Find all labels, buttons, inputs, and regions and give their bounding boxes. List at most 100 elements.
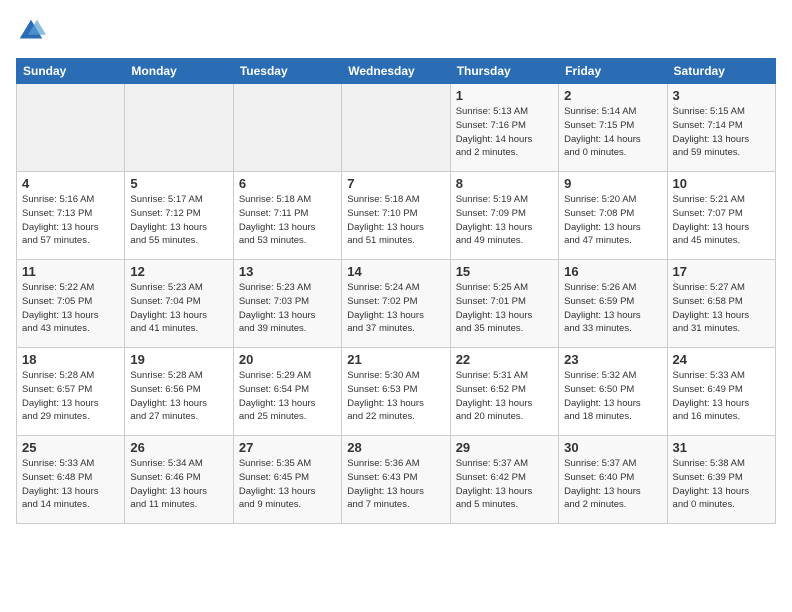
calendar-cell: 18 Sunrise: 5:28 AM Sunset: 6:57 PM Dayli… bbox=[17, 348, 125, 436]
day-number: 29 bbox=[456, 440, 553, 455]
calendar-cell: 6Sunrise: 5:18 AM Sunset: 7:11 PM Daylig… bbox=[233, 172, 341, 260]
weekday-header-wednesday: Wednesday bbox=[342, 59, 450, 84]
calendar-cell: 7 Sunrise: 5:18 AM Sunset: 7:10 PM Daylig… bbox=[342, 172, 450, 260]
day-info: Sunrise: 5:26 AM Sunset: 6:59 PM Dayligh… bbox=[564, 281, 661, 336]
weekday-header-tuesday: Tuesday bbox=[233, 59, 341, 84]
day-number: 3 bbox=[673, 88, 770, 103]
day-info: Sunrise: 5:23 AM Sunset: 7:03 PM Dayligh… bbox=[239, 281, 336, 336]
logo bbox=[16, 16, 50, 46]
calendar-cell: 15 Sunrise: 5:25 AM Sunset: 7:01 PM Dayli… bbox=[450, 260, 558, 348]
day-number: 9 bbox=[564, 176, 661, 191]
day-info: Sunrise: 5:19 AM Sunset: 7:09 PM Dayligh… bbox=[456, 193, 553, 248]
calendar-week-row: 1 Sunrise: 5:13 AM Sunset: 7:16 PM Daylig… bbox=[17, 84, 776, 172]
day-info: Sunrise: 5:17 AM Sunset: 7:12 PM Dayligh… bbox=[130, 193, 227, 248]
day-info: Sunrise: 5:38 AM Sunset: 6:39 PM Dayligh… bbox=[673, 457, 770, 512]
day-info: Sunrise: 5:18 AM Sunset: 7:10 PM Dayligh… bbox=[347, 193, 444, 248]
day-info: Sunrise: 5:25 AM Sunset: 7:01 PM Dayligh… bbox=[456, 281, 553, 336]
weekday-header-monday: Monday bbox=[125, 59, 233, 84]
day-info: Sunrise: 5:27 AM Sunset: 6:58 PM Dayligh… bbox=[673, 281, 770, 336]
calendar-cell: 10 Sunrise: 5:21 AM Sunset: 7:07 PM Dayli… bbox=[667, 172, 775, 260]
day-info: Sunrise: 5:16 AM Sunset: 7:13 PM Dayligh… bbox=[22, 193, 119, 248]
calendar-cell: 25Sunrise: 5:33 AM Sunset: 6:48 PM Dayli… bbox=[17, 436, 125, 524]
day-number: 13 bbox=[239, 264, 336, 279]
day-number: 1 bbox=[456, 88, 553, 103]
page-header bbox=[16, 16, 776, 46]
day-number: 8 bbox=[456, 176, 553, 191]
calendar-cell: 11 Sunrise: 5:22 AM Sunset: 7:05 PM Dayli… bbox=[17, 260, 125, 348]
calendar-cell: 13 Sunrise: 5:23 AM Sunset: 7:03 PM Dayli… bbox=[233, 260, 341, 348]
calendar-cell: 24Sunrise: 5:33 AM Sunset: 6:49 PM Dayli… bbox=[667, 348, 775, 436]
calendar-cell: 8 Sunrise: 5:19 AM Sunset: 7:09 PM Daylig… bbox=[450, 172, 558, 260]
calendar-cell: 12 Sunrise: 5:23 AM Sunset: 7:04 PM Dayli… bbox=[125, 260, 233, 348]
calendar-cell: 14Sunrise: 5:24 AM Sunset: 7:02 PM Dayli… bbox=[342, 260, 450, 348]
day-number: 11 bbox=[22, 264, 119, 279]
calendar-cell: 20 Sunrise: 5:29 AM Sunset: 6:54 PM Dayli… bbox=[233, 348, 341, 436]
day-number: 17 bbox=[673, 264, 770, 279]
day-info: Sunrise: 5:23 AM Sunset: 7:04 PM Dayligh… bbox=[130, 281, 227, 336]
day-info: Sunrise: 5:36 AM Sunset: 6:43 PM Dayligh… bbox=[347, 457, 444, 512]
day-info: Sunrise: 5:22 AM Sunset: 7:05 PM Dayligh… bbox=[22, 281, 119, 336]
calendar-cell: 5 Sunrise: 5:17 AM Sunset: 7:12 PM Daylig… bbox=[125, 172, 233, 260]
weekday-header-sunday: Sunday bbox=[17, 59, 125, 84]
day-number: 23 bbox=[564, 352, 661, 367]
day-number: 30 bbox=[564, 440, 661, 455]
calendar-cell: 9 Sunrise: 5:20 AM Sunset: 7:08 PM Daylig… bbox=[559, 172, 667, 260]
day-number: 20 bbox=[239, 352, 336, 367]
calendar-week-row: 25Sunrise: 5:33 AM Sunset: 6:48 PM Dayli… bbox=[17, 436, 776, 524]
day-info: Sunrise: 5:20 AM Sunset: 7:08 PM Dayligh… bbox=[564, 193, 661, 248]
calendar-cell: 22Sunrise: 5:31 AM Sunset: 6:52 PM Dayli… bbox=[450, 348, 558, 436]
calendar-cell: 30 Sunrise: 5:37 AM Sunset: 6:40 PM Dayli… bbox=[559, 436, 667, 524]
calendar-week-row: 11 Sunrise: 5:22 AM Sunset: 7:05 PM Dayli… bbox=[17, 260, 776, 348]
day-info: Sunrise: 5:29 AM Sunset: 6:54 PM Dayligh… bbox=[239, 369, 336, 424]
calendar-cell: 1 Sunrise: 5:13 AM Sunset: 7:16 PM Daylig… bbox=[450, 84, 558, 172]
day-number: 31 bbox=[673, 440, 770, 455]
calendar-cell: 29 Sunrise: 5:37 AM Sunset: 6:42 PM Dayli… bbox=[450, 436, 558, 524]
day-number: 7 bbox=[347, 176, 444, 191]
day-number: 28 bbox=[347, 440, 444, 455]
calendar-cell: 26 Sunrise: 5:34 AM Sunset: 6:46 PM Dayli… bbox=[125, 436, 233, 524]
day-number: 12 bbox=[130, 264, 227, 279]
calendar-cell: 19 Sunrise: 5:28 AM Sunset: 6:56 PM Dayli… bbox=[125, 348, 233, 436]
day-number: 19 bbox=[130, 352, 227, 367]
day-number: 25 bbox=[22, 440, 119, 455]
day-info: Sunrise: 5:34 AM Sunset: 6:46 PM Dayligh… bbox=[130, 457, 227, 512]
logo-icon bbox=[16, 16, 46, 46]
day-number: 5 bbox=[130, 176, 227, 191]
weekday-header-row: SundayMondayTuesdayWednesdayThursdayFrid… bbox=[17, 59, 776, 84]
calendar-cell: 3 Sunrise: 5:15 AM Sunset: 7:14 PM Daylig… bbox=[667, 84, 775, 172]
day-number: 21 bbox=[347, 352, 444, 367]
day-info: Sunrise: 5:21 AM Sunset: 7:07 PM Dayligh… bbox=[673, 193, 770, 248]
day-info: Sunrise: 5:13 AM Sunset: 7:16 PM Dayligh… bbox=[456, 105, 553, 160]
day-info: Sunrise: 5:24 AM Sunset: 7:02 PM Dayligh… bbox=[347, 281, 444, 336]
calendar-cell: 4 Sunrise: 5:16 AM Sunset: 7:13 PM Daylig… bbox=[17, 172, 125, 260]
weekday-header-thursday: Thursday bbox=[450, 59, 558, 84]
day-info: Sunrise: 5:32 AM Sunset: 6:50 PM Dayligh… bbox=[564, 369, 661, 424]
day-number: 15 bbox=[456, 264, 553, 279]
day-number: 26 bbox=[130, 440, 227, 455]
calendar-cell: 2Sunrise: 5:14 AM Sunset: 7:15 PM Daylig… bbox=[559, 84, 667, 172]
calendar-cell bbox=[342, 84, 450, 172]
calendar-cell: 16Sunrise: 5:26 AM Sunset: 6:59 PM Dayli… bbox=[559, 260, 667, 348]
calendar-cell: 28 Sunrise: 5:36 AM Sunset: 6:43 PM Dayli… bbox=[342, 436, 450, 524]
calendar-cell: 21 Sunrise: 5:30 AM Sunset: 6:53 PM Dayli… bbox=[342, 348, 450, 436]
calendar-cell: 31 Sunrise: 5:38 AM Sunset: 6:39 PM Dayli… bbox=[667, 436, 775, 524]
day-info: Sunrise: 5:28 AM Sunset: 6:56 PM Dayligh… bbox=[130, 369, 227, 424]
weekday-header-friday: Friday bbox=[559, 59, 667, 84]
day-number: 10 bbox=[673, 176, 770, 191]
day-info: Sunrise: 5:31 AM Sunset: 6:52 PM Dayligh… bbox=[456, 369, 553, 424]
day-info: Sunrise: 5:30 AM Sunset: 6:53 PM Dayligh… bbox=[347, 369, 444, 424]
calendar-cell bbox=[125, 84, 233, 172]
day-info: Sunrise: 5:15 AM Sunset: 7:14 PM Dayligh… bbox=[673, 105, 770, 160]
day-number: 18 bbox=[22, 352, 119, 367]
calendar-table: SundayMondayTuesdayWednesdayThursdayFrid… bbox=[16, 58, 776, 524]
day-info: Sunrise: 5:37 AM Sunset: 6:40 PM Dayligh… bbox=[564, 457, 661, 512]
day-info: Sunrise: 5:35 AM Sunset: 6:45 PM Dayligh… bbox=[239, 457, 336, 512]
day-info: Sunrise: 5:28 AM Sunset: 6:57 PM Dayligh… bbox=[22, 369, 119, 424]
calendar-cell bbox=[17, 84, 125, 172]
day-number: 24 bbox=[673, 352, 770, 367]
day-info: Sunrise: 5:37 AM Sunset: 6:42 PM Dayligh… bbox=[456, 457, 553, 512]
calendar-week-row: 4 Sunrise: 5:16 AM Sunset: 7:13 PM Daylig… bbox=[17, 172, 776, 260]
calendar-cell: 27Sunrise: 5:35 AM Sunset: 6:45 PM Dayli… bbox=[233, 436, 341, 524]
day-number: 2 bbox=[564, 88, 661, 103]
day-number: 4 bbox=[22, 176, 119, 191]
